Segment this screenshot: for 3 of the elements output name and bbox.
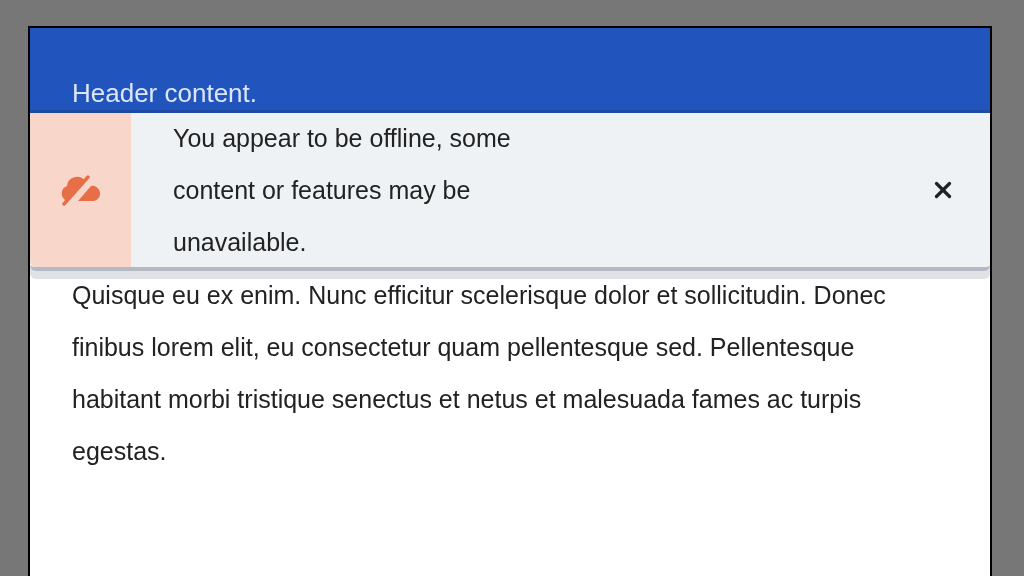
- body-paragraph: Quisque eu ex enim. Nunc efficitur scelerisque dolor et sollicitudin. Donec finibus lorem elit, eu consectetur quam pellentesque sed. Pellentesque habitant morbi tristique senectus et netus et malesuada fames ac turpis egestas.: [72, 280, 887, 467]
- offline-message: You appear to be offline, some content or features may be unavailable.: [173, 123, 512, 258]
- header-text: Header content.: [72, 78, 257, 108]
